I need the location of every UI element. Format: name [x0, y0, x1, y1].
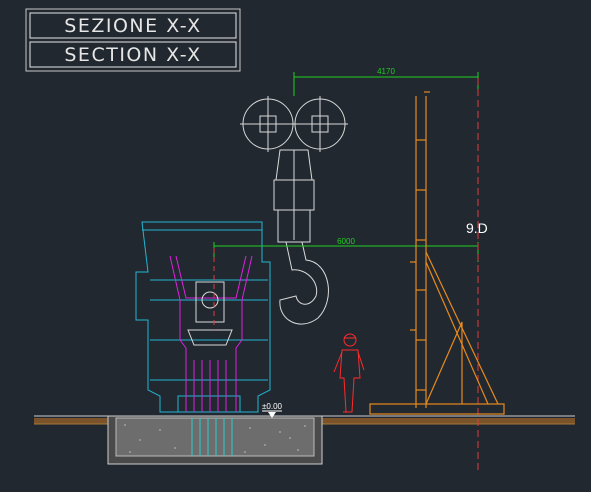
title-italian: SEZIONE X-X [64, 15, 201, 37]
trunnion-base [187, 329, 233, 346]
level-label: ±0.00 [262, 402, 283, 411]
ground [34, 415, 575, 465]
lining-right [235, 255, 253, 412]
tower-brace-triangle [425, 321, 463, 405]
dim-text-top: 4170 [377, 67, 395, 76]
concrete-block [115, 417, 315, 457]
title-block: SEZIONE X-X SECTION X-X [25, 8, 241, 72]
ladle [135, 221, 271, 413]
title-english: SECTION X-X [64, 44, 201, 66]
ladle-lining [169, 255, 253, 412]
dimension-top: 4170 [293, 67, 479, 96]
lining-left [169, 255, 187, 412]
ladle-base [177, 395, 241, 413]
hook [279, 241, 329, 325]
dim-text-middle: 6000 [337, 237, 355, 246]
person-body [339, 349, 361, 413]
trunnion-block [195, 281, 225, 323]
drawing-canvas: SEZIONE X-X SECTION X-X 4170 6000 9.D ±0… [0, 0, 591, 492]
tower-base-plate [369, 403, 505, 415]
dimension-middle: 6000 [213, 237, 479, 262]
person-figure [333, 333, 365, 413]
person-head [343, 333, 357, 347]
cad-section-drawing: SEZIONE X-X SECTION X-X 4170 6000 9.D ±0… [25, 8, 575, 470]
ladle-shell [135, 221, 271, 413]
crane-hook [240, 96, 348, 325]
tower [369, 91, 505, 415]
grid-label: 9.D [466, 220, 488, 236]
ladle-trunnion [187, 281, 233, 346]
